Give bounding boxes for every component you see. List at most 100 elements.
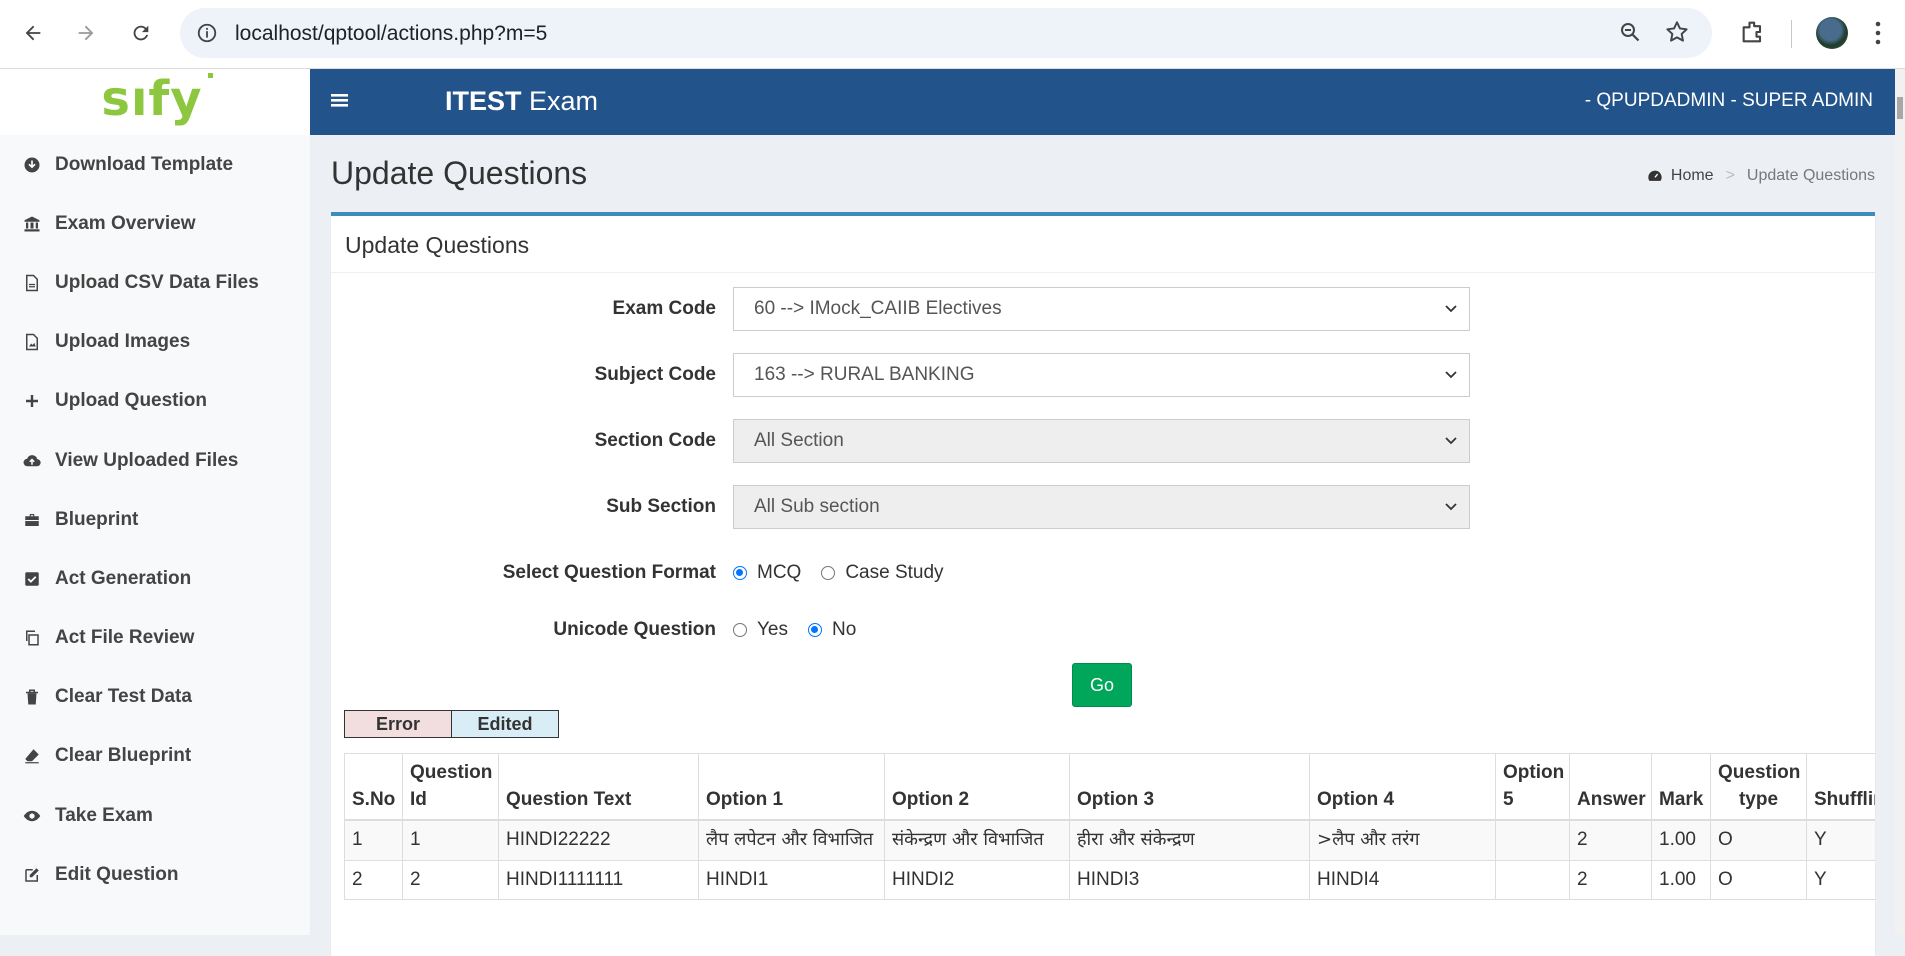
sidebar-item-download-template[interactable]: Download Template bbox=[0, 135, 310, 194]
panel-divider bbox=[331, 272, 1875, 273]
url-text[interactable]: localhost/qptool/actions.php?m=5 bbox=[235, 22, 547, 46]
sidebar-item-act-file-review[interactable]: Act File Review bbox=[0, 609, 310, 668]
download-circle-icon bbox=[24, 157, 40, 173]
extensions-icon[interactable] bbox=[1739, 18, 1767, 51]
cell-option-1: HINDI1 bbox=[698, 859, 885, 901]
image-file-icon bbox=[26, 333, 38, 351]
table-row[interactable]: 2 2 HINDI1111111 HINDI1 HINDI2 HINDI3 HI… bbox=[344, 859, 1875, 901]
plus-icon bbox=[26, 395, 38, 408]
subject-code-label: Subject Code bbox=[594, 364, 716, 385]
sidebar-item-act-generation[interactable]: Act Generation bbox=[0, 549, 310, 608]
cell-question-id: 2 bbox=[402, 859, 499, 901]
sidebar-item-clear-blueprint[interactable]: Clear Blueprint bbox=[0, 727, 310, 786]
questions-table-wrapper[interactable]: S.No Question Id Question Text Option 1 … bbox=[344, 753, 1875, 956]
cell-answer: 2 bbox=[1569, 859, 1652, 901]
subject-code-row: Subject Code 163 --> RURAL BANKING bbox=[331, 353, 1875, 399]
case-study-radio-label[interactable]: Case Study bbox=[845, 562, 943, 584]
section-code-select[interactable]: All Section bbox=[733, 419, 1470, 463]
exam-code-row: Exam Code 60 --> IMock_CAIIB Electives bbox=[331, 287, 1875, 333]
page-title: Update Questions bbox=[331, 155, 588, 191]
hamburger-menu-icon[interactable] bbox=[331, 91, 349, 114]
unicode-yes-radio[interactable] bbox=[733, 623, 747, 637]
sidebar-item-label: Clear Test Data bbox=[55, 686, 192, 708]
col-answer: Answer bbox=[1569, 753, 1652, 822]
table-row[interactable]: 1 1 HINDI22222 लैप लपेटन और विभाजित संके… bbox=[344, 819, 1875, 861]
site-info-icon[interactable] bbox=[196, 22, 218, 49]
breadcrumb-home[interactable]: Home bbox=[1671, 167, 1714, 185]
chevron-down-icon bbox=[1445, 437, 1457, 445]
scrollbar-thumb[interactable] bbox=[1897, 97, 1903, 119]
unicode-question-row: Unicode Question Yes No bbox=[331, 608, 1875, 654]
cell-option-2: संकेन्द्रण और विभाजित bbox=[884, 819, 1070, 861]
page-scrollbar[interactable] bbox=[1895, 69, 1905, 935]
section-code-label: Section Code bbox=[594, 430, 716, 451]
file-icon bbox=[26, 274, 38, 292]
cell-option-3: हीरा और संकेन्द्रण bbox=[1069, 819, 1310, 861]
mcq-radio-label[interactable]: MCQ bbox=[757, 562, 801, 584]
cell-question-type: O bbox=[1710, 859, 1807, 901]
reload-icon[interactable] bbox=[126, 18, 156, 48]
sidebar-item-upload-images[interactable]: Upload Images bbox=[0, 313, 310, 372]
breadcrumb-separator: > bbox=[1725, 167, 1735, 184]
mcq-radio[interactable] bbox=[733, 566, 747, 580]
bank-icon bbox=[24, 216, 40, 232]
bookmark-star-icon[interactable] bbox=[1664, 19, 1690, 50]
unicode-yes-radio-label[interactable]: Yes bbox=[757, 619, 788, 641]
question-format-label: Select Question Format bbox=[502, 562, 716, 583]
question-format-radios: MCQ Case Study bbox=[733, 562, 964, 584]
cell-option-4: HINDI4 bbox=[1309, 859, 1496, 901]
cloud-upload-icon bbox=[23, 454, 41, 466]
chevron-down-icon bbox=[1445, 371, 1457, 379]
back-arrow-icon[interactable] bbox=[18, 18, 48, 48]
user-info[interactable]: - QPUPDADMIN - SUPER ADMIN bbox=[1585, 90, 1873, 112]
sidebar-item-upload-csv[interactable]: Upload CSV Data Files bbox=[0, 253, 310, 312]
sidebar-item-label: Exam Overview bbox=[55, 212, 196, 234]
sidebar-item-clear-test-data[interactable]: Clear Test Data bbox=[0, 668, 310, 727]
sub-section-select[interactable]: All Sub section bbox=[733, 485, 1470, 529]
subject-code-select[interactable]: 163 --> RURAL BANKING bbox=[733, 353, 1470, 397]
col-question-type: Question type bbox=[1710, 753, 1807, 822]
sidebar-item-blueprint[interactable]: Blueprint bbox=[0, 490, 310, 549]
chevron-down-icon bbox=[1445, 503, 1457, 511]
cell-option-4: >लैप और तरंग bbox=[1309, 819, 1496, 861]
questions-table: S.No Question Id Question Text Option 1 … bbox=[344, 753, 1875, 901]
cell-option-5 bbox=[1495, 819, 1570, 861]
update-questions-panel: Update Questions Exam Code 60 --> IMock_… bbox=[331, 212, 1875, 956]
sub-section-row: Sub Section All Sub section bbox=[331, 485, 1875, 531]
cell-mark: 1.00 bbox=[1651, 859, 1711, 901]
sidebar-item-exam-overview[interactable]: Exam Overview bbox=[0, 194, 310, 253]
cell-question-type: O bbox=[1710, 819, 1807, 861]
sidebar-item-take-exam[interactable]: Take Exam bbox=[0, 786, 310, 845]
sidebar-item-label: Upload CSV Data Files bbox=[55, 271, 259, 293]
sidebar-item-view-uploaded-files[interactable]: View Uploaded Files bbox=[0, 431, 310, 490]
unicode-no-radio-label[interactable]: No bbox=[832, 619, 856, 641]
eye-icon bbox=[23, 810, 41, 821]
logo[interactable]: sıfy bbox=[0, 69, 310, 135]
zoom-icon[interactable] bbox=[1618, 20, 1642, 49]
forward-arrow-icon[interactable] bbox=[71, 18, 101, 48]
cell-question-id: 1 bbox=[402, 819, 499, 861]
exam-code-label: Exam Code bbox=[612, 298, 716, 319]
col-question-text: Question Text bbox=[498, 753, 699, 822]
cell-sno: 1 bbox=[344, 819, 403, 861]
cell-option-3: HINDI3 bbox=[1069, 859, 1310, 901]
col-option-3: Option 3 bbox=[1069, 753, 1310, 822]
sidebar-item-label: Upload Question bbox=[55, 390, 207, 412]
col-question-id: Question Id bbox=[402, 753, 499, 822]
sidebar-item-label: Clear Blueprint bbox=[55, 745, 192, 767]
breadcrumb-current: Update Questions bbox=[1746, 167, 1875, 184]
sidebar-item-edit-question[interactable]: Edit Question bbox=[0, 845, 310, 904]
browser-menu-icon[interactable] bbox=[1875, 20, 1881, 51]
exam-code-select[interactable]: 60 --> IMock_CAIIB Electives bbox=[733, 287, 1470, 331]
cell-question-text: HINDI22222 bbox=[498, 819, 699, 861]
sidebar-item-upload-question[interactable]: Upload Question bbox=[0, 372, 310, 431]
unicode-no-radio[interactable] bbox=[808, 623, 822, 637]
case-study-radio[interactable] bbox=[821, 566, 836, 580]
profile-avatar[interactable] bbox=[1816, 17, 1848, 49]
col-mark: Mark bbox=[1651, 753, 1711, 822]
address-bar[interactable]: localhost/qptool/actions.php?m=5 bbox=[180, 8, 1712, 58]
sub-section-label: Sub Section bbox=[606, 496, 716, 517]
question-format-row: Select Question Format MCQ Case Study bbox=[331, 551, 1875, 597]
col-option-4: Option 4 bbox=[1309, 753, 1496, 822]
go-button[interactable]: Go bbox=[1072, 663, 1132, 707]
